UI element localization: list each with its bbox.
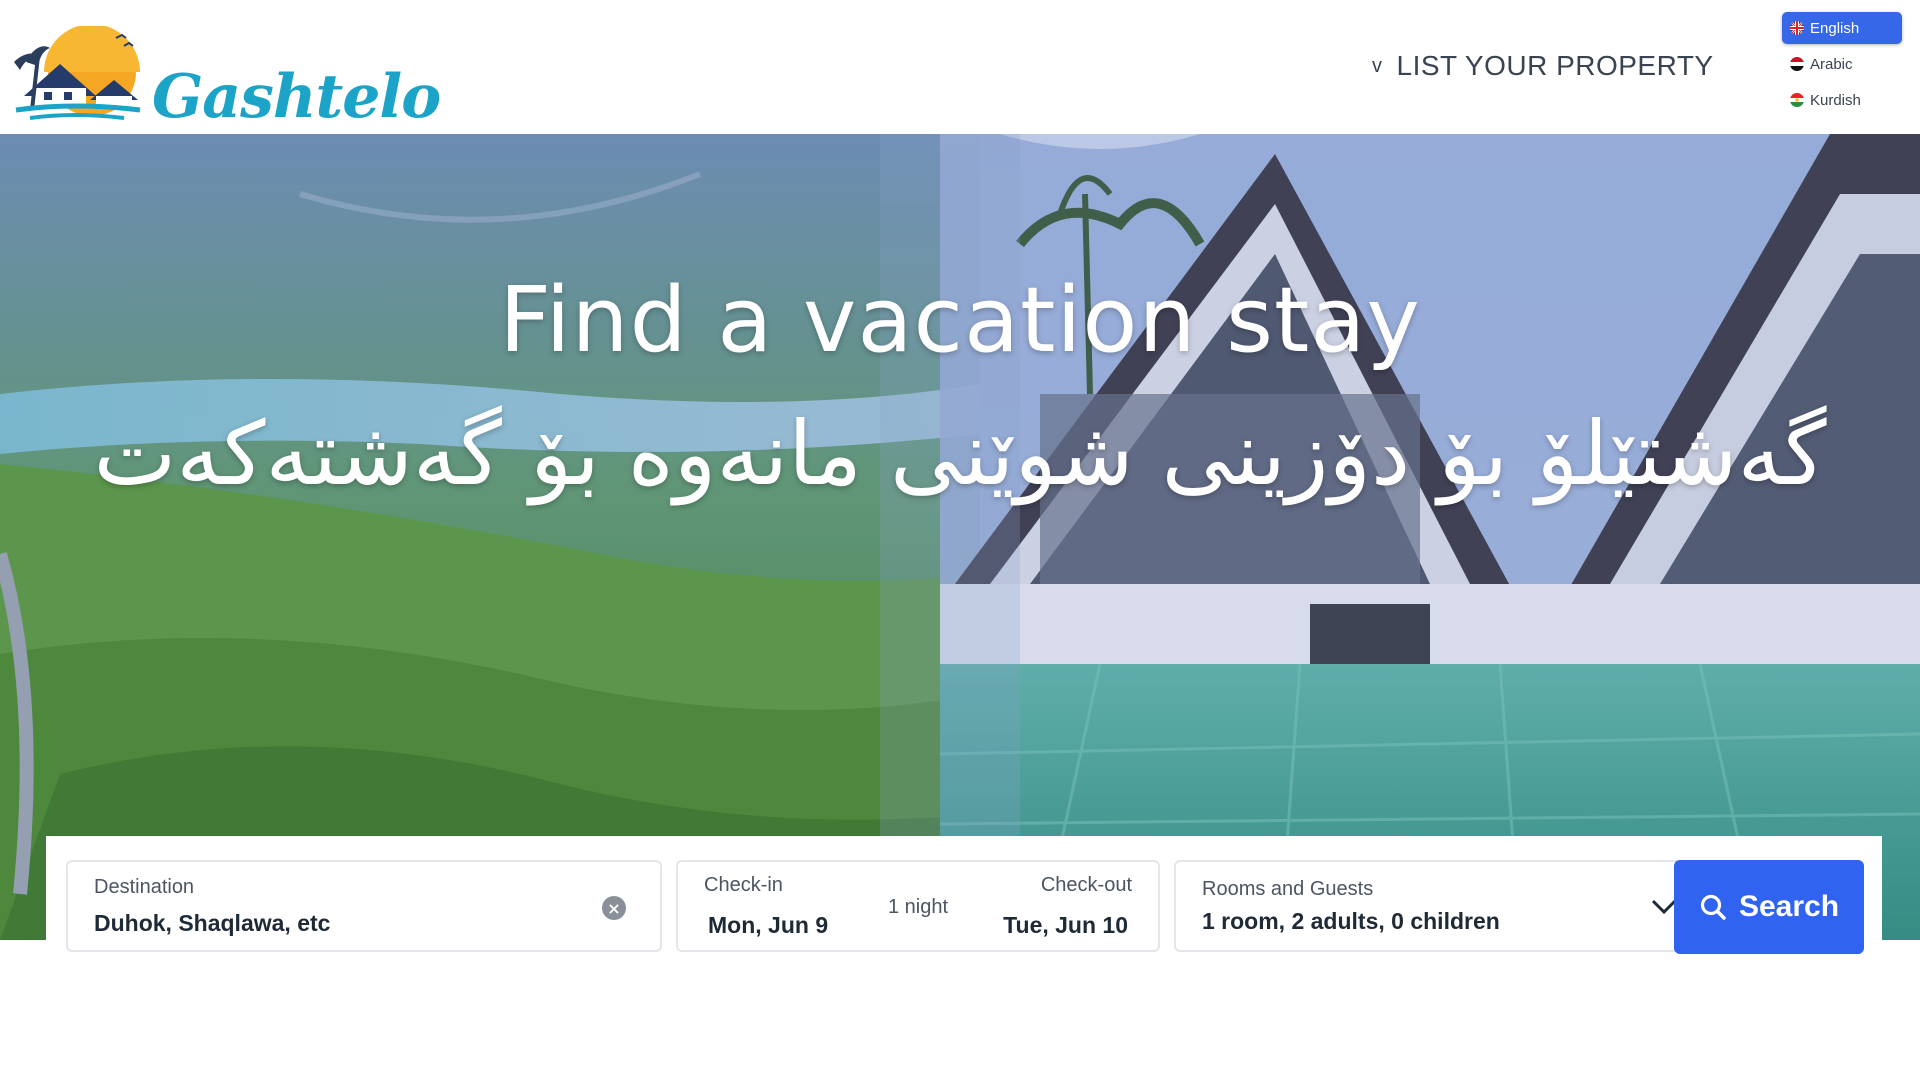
nights-count: 1 night xyxy=(888,896,949,918)
brand-name: Gashtelo xyxy=(152,62,441,132)
language-option-english[interactable]: English xyxy=(1782,12,1902,44)
hero-banner: Find a vacation stay گەشتێلۆ بۆ دۆزینی ش… xyxy=(0,134,1920,940)
rooms-guests-value: 1 room, 2 adults, 0 children xyxy=(1202,908,1500,934)
language-menu: English Arabic Kurdish xyxy=(1782,12,1902,120)
checkout-value[interactable]: Tue, Jun 10 xyxy=(1003,912,1128,939)
list-property-label: LIST YOUR PROPERTY xyxy=(1396,50,1714,81)
chevron-down-icon: v xyxy=(1372,54,1383,77)
page-content-area xyxy=(0,940,1920,1080)
destination-label: Destination xyxy=(94,876,195,898)
uk-flag-icon xyxy=(1790,21,1804,35)
search-button-label: Search xyxy=(1738,890,1840,923)
language-label: Arabic xyxy=(1810,55,1853,73)
hero-background-image xyxy=(0,134,1920,940)
search-icon xyxy=(1700,894,1726,920)
language-label: Kurdish xyxy=(1810,91,1861,109)
kurdistan-flag-icon xyxy=(1790,93,1804,107)
search-button[interactable]: Search xyxy=(1674,860,1864,954)
checkin-value[interactable]: Mon, Jun 9 xyxy=(708,912,828,939)
rooms-guests-label: Rooms and Guests xyxy=(1202,878,1374,900)
checkout-label: Check-out xyxy=(1040,874,1132,896)
rooms-guests-field[interactable]: Rooms and Guests 1 room, 2 adults, 0 chi… xyxy=(1174,860,1704,952)
hero-title: Find a vacation stay xyxy=(499,268,1421,373)
logo[interactable]: Gashtelo xyxy=(4,26,441,132)
clear-icon[interactable]: × xyxy=(602,896,626,920)
language-option-arabic[interactable]: Arabic xyxy=(1782,48,1902,80)
list-property-link[interactable]: v LIST YOUR PROPERTY xyxy=(1372,46,1714,86)
search-panel: Destination Duhok, Shaqlawa, etc × Check… xyxy=(46,836,1882,958)
logo-icon xyxy=(14,26,141,120)
language-option-kurdish[interactable]: Kurdish xyxy=(1782,84,1902,116)
date-range-field[interactable]: Check-in Mon, Jun 9 1 night Check-out Tu… xyxy=(676,860,1160,952)
iraq-flag-icon xyxy=(1790,57,1804,71)
hero-subtitle: گەشتێلۆ بۆ دۆزینی شوێنی مانەوە بۆ گەشتەک… xyxy=(93,402,1827,505)
checkin-label: Check-in xyxy=(704,874,783,896)
destination-value[interactable]: Duhok, Shaqlawa, etc xyxy=(94,910,330,937)
language-label: English xyxy=(1810,19,1860,37)
destination-field[interactable]: Destination Duhok, Shaqlawa, etc × xyxy=(66,860,662,952)
site-header: Gashtelo v LIST YOUR PROPERTY English Ar… xyxy=(0,0,1920,134)
